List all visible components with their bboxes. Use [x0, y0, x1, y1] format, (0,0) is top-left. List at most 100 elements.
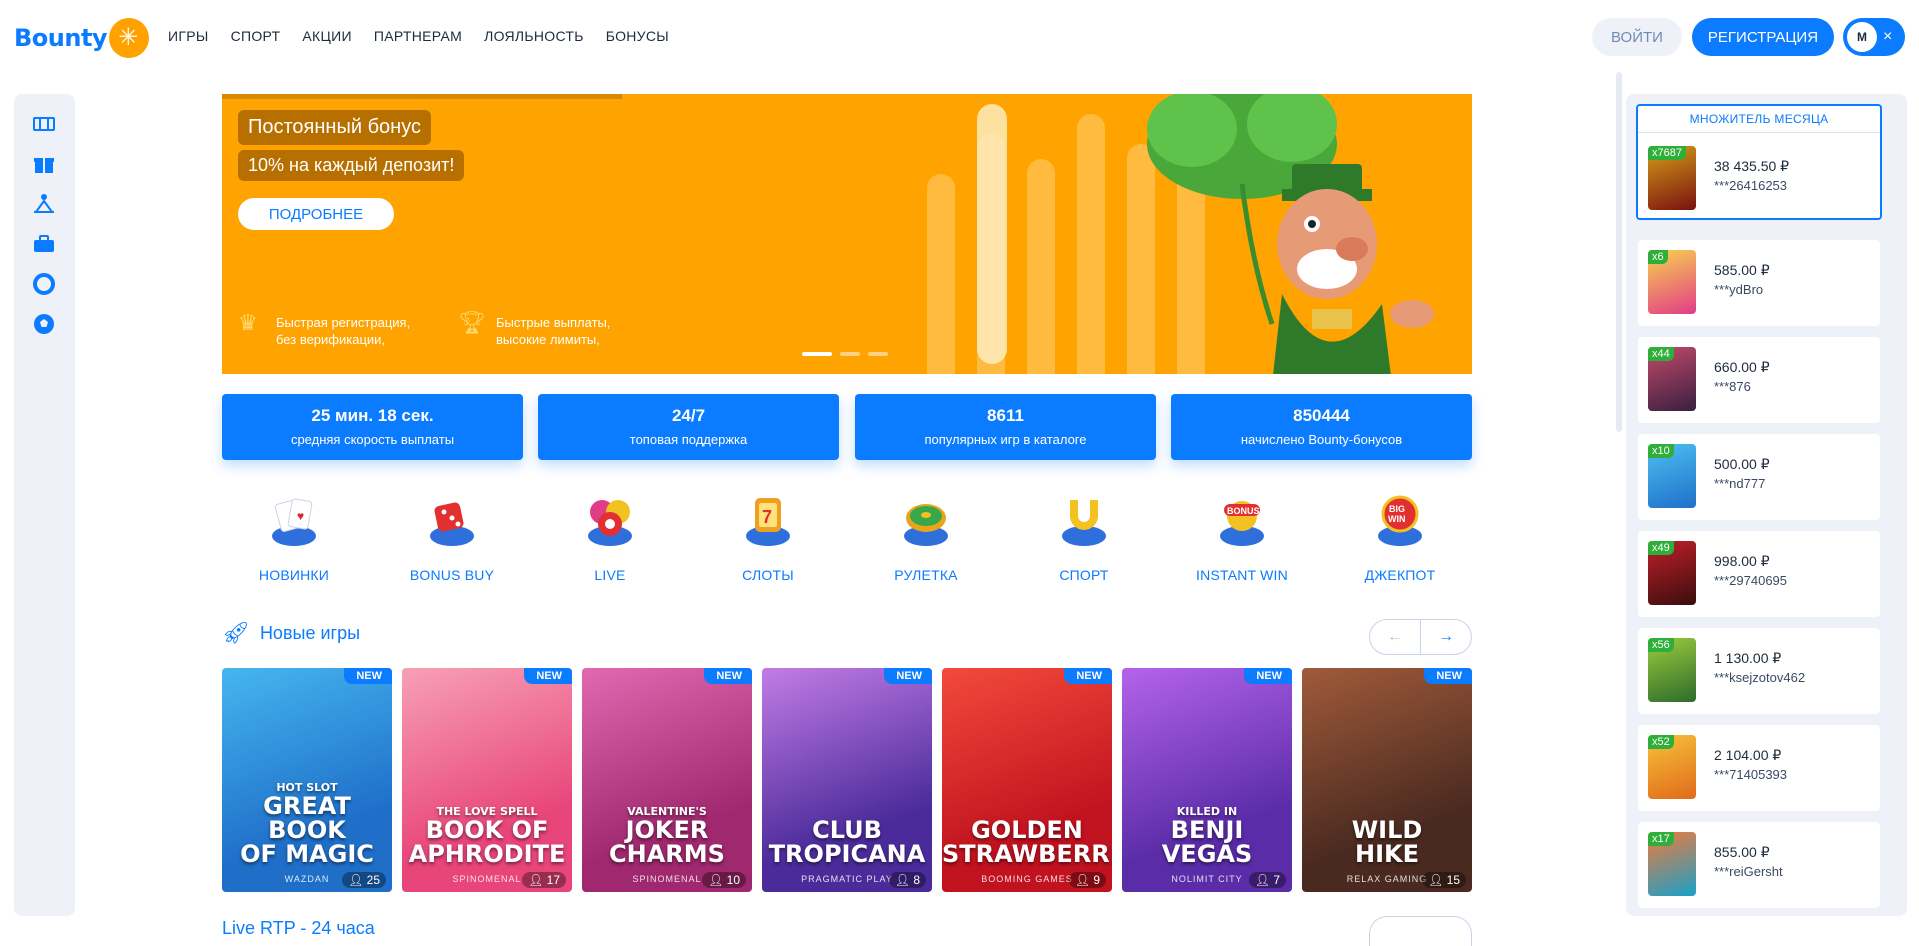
banner-dot[interactable] — [802, 352, 832, 356]
svg-text:7: 7 — [762, 507, 772, 527]
nav-loyalty[interactable]: ЛОЯЛЬНОСТЬ — [484, 28, 584, 44]
new-games-pager: ← → — [1369, 619, 1472, 655]
banner-dot[interactable] — [868, 352, 888, 356]
new-badge: NEW — [884, 668, 932, 684]
tournament-icon[interactable] — [32, 192, 56, 216]
win-card[interactable]: x56 1 130.00 ₽ ***ksejzotov462 — [1638, 628, 1880, 714]
game-card[interactable]: NEWGOLDENSTRAWBERRIESBOOMING GAMES👤︎ 9 — [942, 668, 1112, 892]
category-bonus-buy[interactable]: BONUS BUY — [397, 490, 507, 583]
banner-more-button[interactable]: ПОДРОБНЕЕ — [238, 198, 394, 230]
category-jackpot[interactable]: BIG WIN ДЖЕКПОТ — [1345, 490, 1455, 583]
briefcase-icon[interactable] — [32, 232, 56, 256]
scrollbar[interactable] — [1616, 72, 1622, 432]
trophy-icon: 🏆︎ — [458, 310, 486, 335]
roulette-icon — [904, 504, 948, 546]
game-title-line: BENJI — [1170, 816, 1244, 844]
new-badge: NEW — [344, 668, 392, 684]
leprechaun-illustration — [1147, 94, 1434, 374]
nav-promotions[interactable]: АКЦИИ — [302, 28, 351, 44]
svg-text:BIG: BIG — [1389, 504, 1405, 514]
featured-win-card[interactable]: МНОЖИТЕЛЬ МЕСЯЦА x7687 38 435.50 ₽ ***26416… — [1636, 104, 1882, 220]
game-card[interactable]: NEW KILLED IN BENJI VEGAS NOLIMIT CITY 👤︎ 7 — [1122, 668, 1292, 892]
login-button[interactable]: ВОЙТИ — [1592, 18, 1682, 56]
nav-bonuses[interactable]: БОНУСЫ — [606, 28, 669, 44]
stat-value: 25 мин. 18 сек. — [311, 406, 434, 425]
category-label: LIVE — [594, 567, 626, 583]
lifebuoy-icon[interactable] — [32, 272, 56, 296]
slots-icon[interactable] — [32, 112, 56, 136]
category-instant-win[interactable]: BONUS INSTANT WIN — [1187, 490, 1297, 583]
nav-partners[interactable]: ПАРТНЕРАМ — [374, 28, 462, 44]
header: Bounty ИГРЫ СПОРТ АКЦИИ ПАРТНЕРАМ ЛОЯЛЬН… — [0, 0, 1919, 76]
category-live[interactable]: LIVE — [555, 490, 665, 583]
category-label: НОВИНКИ — [258, 567, 330, 583]
players-value: 15 — [1446, 873, 1460, 887]
players-count: 👤︎ 9 — [1068, 872, 1106, 888]
nav-games[interactable]: ИГРЫ — [168, 28, 209, 44]
logo[interactable]: Bounty — [14, 18, 150, 58]
section-title: Новые игры — [259, 622, 361, 643]
football-icon[interactable] — [32, 312, 56, 336]
game-thumbnail: x49 — [1648, 541, 1696, 605]
close-icon[interactable]: × — [1883, 28, 1892, 46]
nav-sport[interactable]: СПОРТ — [231, 28, 281, 44]
next-arrow-icon[interactable]: → — [1421, 620, 1471, 654]
game-title-line: WILD — [1351, 816, 1423, 844]
players-count: 👤︎ 8 — [888, 872, 926, 888]
game-thumbnail: x44 — [1648, 347, 1696, 411]
featured-label: МНОЖИТЕЛЬ МЕСЯЦА — [1689, 112, 1829, 126]
win-card[interactable]: x17 855.00 ₽ ***reiGersht — [1638, 822, 1880, 908]
horseshoe-icon — [1062, 500, 1106, 546]
left-sidebar — [14, 94, 75, 916]
banner-feature-registration: ♛ Быстрая регистрация, без верификации, — [238, 312, 410, 348]
win-card[interactable]: x10 500.00 ₽ ***nd777 — [1638, 434, 1880, 520]
svg-text:WIN: WIN — [1388, 514, 1406, 524]
banner-feature-payouts: 🏆︎ Быстрые выплаты, высокие лимиты, — [458, 310, 610, 348]
game-card[interactable]: NEW CLUB TROPICANA PRAGMATIC PLAY 👤︎ 8 — [762, 668, 932, 892]
win-user: ***29740695 — [1714, 573, 1788, 588]
game-card[interactable]: NEW HOT SLOT GREAT BOOK OF MAGIC WAZDAN 👤︎ 25 — [222, 668, 392, 892]
win-card[interactable]: x52 2 104.00 ₽ ***71405393 — [1638, 725, 1880, 811]
category-sport[interactable]: СПОРТ — [1029, 490, 1139, 583]
win-card[interactable]: x49 998.00 ₽ ***29740695 — [1638, 531, 1880, 617]
big-win-icon: BIGWIN — [1378, 495, 1422, 546]
promo-banner[interactable]: Постоянный бонус 10% на каждый депозит! … — [222, 94, 1472, 374]
category-slots[interactable]: 7 СЛОТЫ — [713, 490, 823, 583]
win-card[interactable]: x44 660.00 ₽ ***876 — [1638, 337, 1880, 423]
svg-text:BONUS: BONUS — [1227, 506, 1260, 516]
game-thumbnail: x10 — [1648, 444, 1696, 508]
slot-seven-icon: 7 — [746, 498, 790, 546]
win-amount: 660.00 ₽ — [1714, 359, 1770, 375]
game-title-line: CHARMS — [609, 840, 725, 868]
players-value: 9 — [1093, 873, 1100, 887]
win-amount: 998.00 ₽ — [1714, 553, 1770, 569]
stat-value: 850444 — [1293, 406, 1350, 425]
prev-arrow-icon[interactable]: ← — [1370, 620, 1421, 654]
category-new[interactable]: ♥ НОВИНКИ — [239, 490, 349, 583]
game-thumbnail: x7687 — [1648, 146, 1696, 210]
game-card[interactable]: NEW THE LOVE SPELL BOOK OF APHRODITE SPINOME… — [402, 668, 572, 892]
category-roulette[interactable]: РУЛЕТКА — [871, 490, 981, 583]
stat-support: 24/7 топовая поддержка — [538, 394, 839, 460]
win-user: ***ksejzotov462 — [1714, 670, 1806, 685]
language-selector[interactable]: M × — [1843, 18, 1905, 56]
user-icon: 👤︎ — [348, 873, 364, 887]
multiplier-badge: x44 — [1648, 347, 1674, 361]
game-card[interactable]: NEW VALENTINE'S JOKER CHARMS SPINOMENAL 👤︎ 10 — [582, 668, 752, 892]
win-card[interactable]: x6 585.00 ₽ ***ydBro — [1638, 240, 1880, 326]
stat-games-count: 8611 популярных игр в каталоге — [855, 394, 1156, 460]
dice-icon — [430, 502, 474, 546]
players-count: 👤︎ 10 — [702, 872, 746, 888]
game-title-line: STRAWBERRIES — [942, 840, 1112, 868]
banner-dot[interactable] — [840, 352, 860, 356]
stat-bonuses: 850444 начислено Bounty-бонусов — [1171, 394, 1472, 460]
live-rtp-title: Live RTP - 24 часа — [222, 918, 375, 938]
palm-sun-icon — [109, 18, 150, 58]
category-label: РУЛЕТКА — [894, 567, 958, 583]
category-label: ДЖЕКПОТ — [1364, 567, 1436, 583]
register-button[interactable]: РЕГИСТРАЦИЯ — [1692, 18, 1834, 56]
game-card[interactable]: NEW WILD HIKE RELAX GAMING 👤︎ 15 — [1302, 668, 1472, 892]
gift-icon[interactable] — [32, 152, 56, 176]
game-title-line: OF MAGIC — [240, 840, 374, 868]
stat-label: начислено Bounty-бонусов — [1240, 432, 1403, 447]
